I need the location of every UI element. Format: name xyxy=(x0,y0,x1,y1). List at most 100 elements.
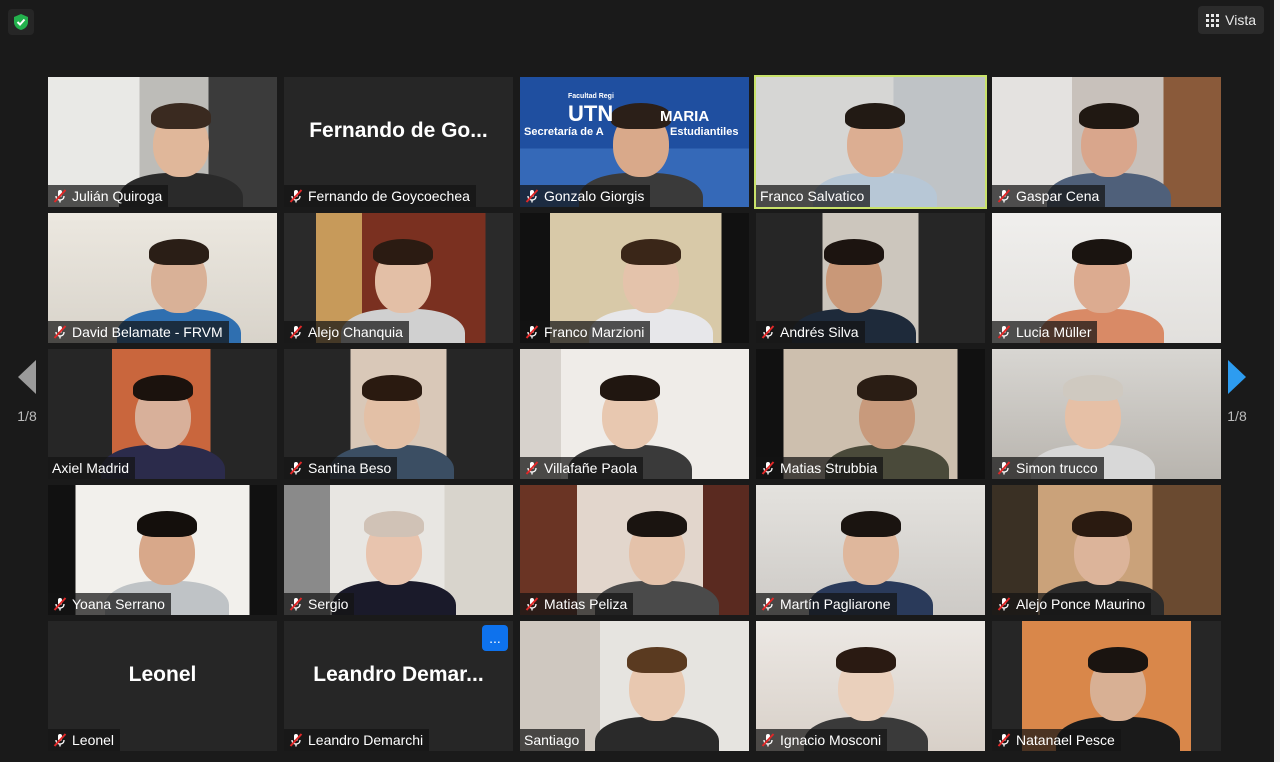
muted-microphone-icon xyxy=(289,733,303,747)
participant-tile[interactable]: Axiel Madrid xyxy=(48,349,277,479)
muted-microphone-icon xyxy=(997,189,1011,203)
participant-name: Franco Salvatico xyxy=(760,188,865,204)
participant-name: Sergio xyxy=(308,596,349,612)
participant-tile[interactable]: Alejo Chanquia xyxy=(284,213,513,343)
backdrop-text-line: Estudiantiles xyxy=(670,126,739,138)
muted-microphone-icon xyxy=(525,325,539,339)
participant-name-card: Leonel xyxy=(48,729,121,751)
participant-name-card: Andrés Silva xyxy=(756,321,865,343)
participant-tile[interactable]: Julián Quiroga xyxy=(48,77,277,207)
participant-tile[interactable]: Leonel Leonel xyxy=(48,621,277,751)
participant-tile[interactable]: Fernando de Go... Fernando de Goycoechea xyxy=(284,77,513,207)
view-button[interactable]: Vista xyxy=(1198,6,1264,34)
participant-tile[interactable]: Santina Beso xyxy=(284,349,513,479)
participant-name-card: Matias Peliza xyxy=(520,593,634,615)
participant-name-card: Julián Quiroga xyxy=(48,185,169,207)
participant-name: Leonel xyxy=(72,732,115,748)
participant-name: Lucia Müller xyxy=(1016,324,1092,340)
participant-tile[interactable]: Martín Pagliarone xyxy=(756,485,985,615)
muted-microphone-icon xyxy=(525,597,539,611)
participant-tile[interactable]: Villafañe Paola xyxy=(520,349,749,479)
participant-name: David Belamate - FRVM xyxy=(72,324,223,340)
participant-tile[interactable]: Ignacio Mosconi xyxy=(756,621,985,751)
participant-name: Alejo Chanquia xyxy=(308,324,403,340)
next-page-control[interactable]: 1/8 xyxy=(1227,360,1247,470)
participant-name: Ignacio Mosconi xyxy=(780,732,882,748)
participant-tile[interactable]: David Belamate - FRVM xyxy=(48,213,277,343)
muted-microphone-icon xyxy=(289,597,303,611)
page-indicator-right: 1/8 xyxy=(1227,408,1247,424)
participant-name: Santiago xyxy=(524,732,580,748)
backdrop-text-line: UTN xyxy=(568,101,614,126)
muted-microphone-icon xyxy=(761,597,775,611)
participant-name-card: Franco Marzioni xyxy=(520,321,651,343)
participant-name: Simon trucco xyxy=(1016,460,1098,476)
muted-microphone-icon xyxy=(53,733,67,747)
participant-tile[interactable]: Lucia Müller xyxy=(992,213,1221,343)
participant-name: Alejo Ponce Maurino xyxy=(1016,596,1146,612)
security-shield-icon[interactable] xyxy=(8,9,34,35)
participant-tile[interactable]: Leandro Demar...... Leandro Demarchi xyxy=(284,621,513,751)
more-options-button[interactable]: ... xyxy=(482,625,508,651)
participant-name-card: Villafañe Paola xyxy=(520,457,644,479)
participant-name-card: Matias Strubbia xyxy=(756,457,884,479)
previous-page-control[interactable]: 1/8 xyxy=(17,360,37,470)
participant-tile[interactable]: Andrés Silva xyxy=(756,213,985,343)
muted-microphone-icon xyxy=(997,461,1011,475)
backdrop-text-line: Facultad Regi xyxy=(568,93,614,100)
participant-tile[interactable]: Simon trucco xyxy=(992,349,1221,479)
participant-name: Natanael Pesce xyxy=(1016,732,1115,748)
muted-microphone-icon xyxy=(289,461,303,475)
participant-tile[interactable]: Yoana Serrano xyxy=(48,485,277,615)
participant-tile[interactable]: Franco Marzioni xyxy=(520,213,749,343)
participant-name: Fernando de Goycoechea xyxy=(308,188,470,204)
participant-name-card: Sergio xyxy=(284,593,355,615)
participant-tile[interactable]: Santiago xyxy=(520,621,749,751)
participant-name-card: Alejo Chanquia xyxy=(284,321,409,343)
participant-name: Franco Marzioni xyxy=(544,324,645,340)
participant-name: Martín Pagliarone xyxy=(780,596,891,612)
participant-name: Yoana Serrano xyxy=(72,596,165,612)
participant-tile[interactable]: Natanael Pesce xyxy=(992,621,1221,751)
participant-tile[interactable]: Matias Peliza xyxy=(520,485,749,615)
muted-microphone-icon xyxy=(525,189,539,203)
participant-tile[interactable]: Gaspar Cena xyxy=(992,77,1221,207)
participant-name-card: David Belamate - FRVM xyxy=(48,321,229,343)
participant-name: Matias Peliza xyxy=(544,596,628,612)
muted-microphone-icon xyxy=(761,733,775,747)
window-edge xyxy=(1274,0,1280,762)
participant-display-name: Fernando de Go... xyxy=(309,119,488,142)
muted-microphone-icon xyxy=(761,461,775,475)
muted-microphone-icon xyxy=(997,325,1011,339)
participant-name-card: Axiel Madrid xyxy=(48,457,136,479)
participant-tile[interactable]: Franco Salvatico xyxy=(754,75,987,209)
participant-name-card: Yoana Serrano xyxy=(48,593,171,615)
muted-microphone-icon xyxy=(289,189,303,203)
muted-microphone-icon xyxy=(997,597,1011,611)
previous-page-arrow-icon[interactable] xyxy=(18,360,36,394)
view-button-label: Vista xyxy=(1225,12,1256,28)
participant-name-card: Simon trucco xyxy=(992,457,1104,479)
page-indicator-left: 1/8 xyxy=(17,408,37,424)
participant-display-name: Leonel xyxy=(128,663,197,686)
participant-tile[interactable]: Sergio xyxy=(284,485,513,615)
participant-tile[interactable]: Facultad Regi UTN MARIA Secretaría de A Estu… xyxy=(520,77,749,207)
participant-name: Gaspar Cena xyxy=(1016,188,1100,204)
virtual-background-text: Facultad Regi UTN MARIA Secretaría de A Estu… xyxy=(520,77,749,147)
shield-check-icon xyxy=(14,14,28,30)
participant-name-card: Leandro Demarchi xyxy=(284,729,430,751)
muted-microphone-icon xyxy=(289,325,303,339)
participant-name-card: Franco Salvatico xyxy=(756,185,871,207)
participant-name: Villafañe Paola xyxy=(544,460,638,476)
participant-tile[interactable]: Matias Strubbia xyxy=(756,349,985,479)
next-page-arrow-icon[interactable] xyxy=(1228,360,1246,394)
participant-name: Matias Strubbia xyxy=(780,460,878,476)
participant-name: Axiel Madrid xyxy=(52,460,130,476)
participant-name-card: Lucia Müller xyxy=(992,321,1098,343)
participant-name-card: Ignacio Mosconi xyxy=(756,729,888,751)
participant-name-card: Gaspar Cena xyxy=(992,185,1106,207)
participant-tile[interactable]: Alejo Ponce Maurino xyxy=(992,485,1221,615)
participant-name: Andrés Silva xyxy=(780,324,859,340)
participant-name-card: Fernando de Goycoechea xyxy=(284,185,476,207)
participant-name: Gonzalo Giorgis xyxy=(544,188,645,204)
